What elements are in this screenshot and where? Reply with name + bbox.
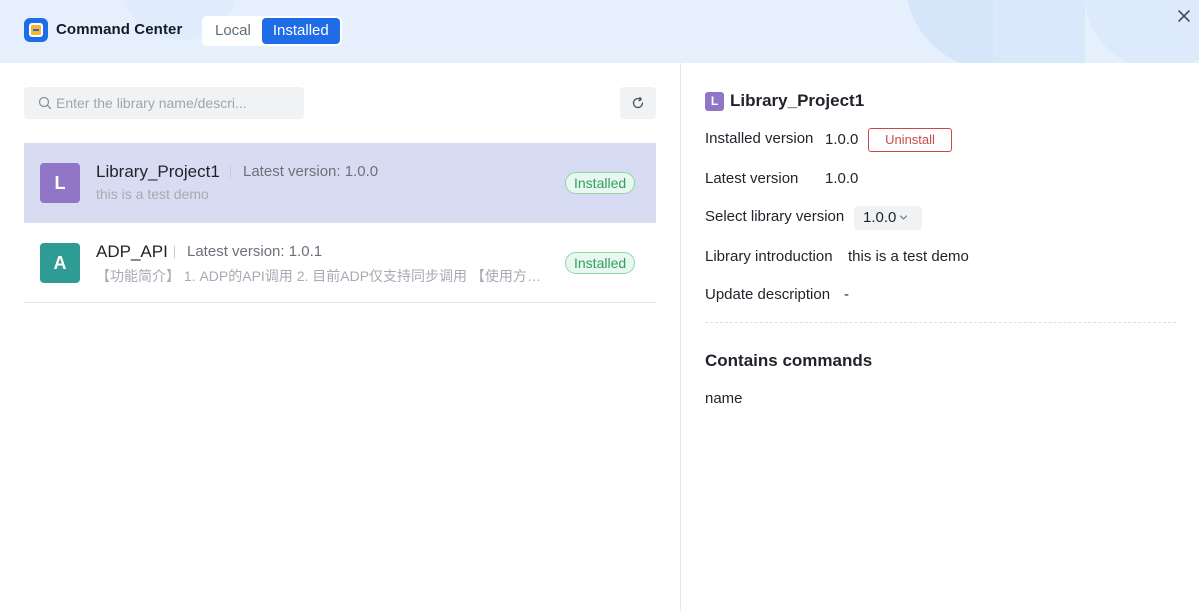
latest-version-label: Latest version bbox=[705, 170, 799, 187]
avatar: A bbox=[40, 243, 80, 283]
detail-header: L Library_Project1 bbox=[705, 91, 864, 111]
library-name: Library_Project1 bbox=[96, 162, 220, 181]
installed-version-label: Installed version bbox=[705, 130, 814, 147]
header-decoration bbox=[993, 0, 1085, 63]
library-description: 【功能简介】 1. ADP的API调用 2. 目前ADP仅支持同步调用 【使用方… bbox=[96, 268, 542, 284]
search-icon bbox=[38, 96, 52, 110]
library-description: this is a test demo bbox=[96, 186, 209, 202]
avatar: L bbox=[705, 91, 724, 111]
latest-version-value: 1.0.0 bbox=[825, 170, 859, 187]
search-box bbox=[24, 87, 304, 119]
version-select[interactable]: 1.0.0 bbox=[854, 206, 922, 230]
version-select-value: 1.0.0 bbox=[863, 209, 897, 226]
view-tabs: Local Installed bbox=[202, 16, 342, 46]
installed-version-value: 1.0.0 bbox=[825, 131, 859, 148]
update-description-label: Update description bbox=[705, 286, 831, 303]
list-item[interactable]: L Library_Project1 Latest version: 1.0.0… bbox=[24, 143, 656, 223]
header-bar: Command Center Local Installed bbox=[0, 0, 1199, 63]
chevron-down-icon bbox=[899, 215, 908, 220]
library-name: ADP_API bbox=[96, 242, 168, 261]
refresh-button[interactable] bbox=[620, 87, 656, 119]
introduction-label: Library introduction bbox=[705, 248, 833, 265]
app-title: Command Center bbox=[56, 21, 183, 38]
separator bbox=[230, 166, 231, 178]
status-badge: Installed bbox=[565, 252, 636, 274]
command-item: name bbox=[705, 390, 743, 407]
uninstall-button[interactable]: Uninstall bbox=[868, 128, 952, 152]
library-list: L Library_Project1 Latest version: 1.0.0… bbox=[24, 143, 656, 303]
tab-local[interactable]: Local bbox=[204, 18, 262, 44]
avatar: L bbox=[40, 163, 80, 203]
introduction-value: this is a test demo bbox=[848, 248, 969, 265]
section-divider bbox=[705, 322, 1176, 323]
latest-version: Latest version: 1.0.0 bbox=[243, 163, 379, 180]
refresh-icon bbox=[632, 96, 644, 109]
list-item[interactable]: A ADP_API Latest version: 1.0.1 【功能简介】 1… bbox=[24, 223, 656, 303]
library-detail-panel: L Library_Project1 Installed version 1.0… bbox=[681, 63, 1199, 611]
app-logo-icon bbox=[24, 18, 48, 42]
separator bbox=[174, 246, 175, 258]
latest-version: Latest version: 1.0.1 bbox=[187, 243, 323, 260]
commands-section-title: Contains commands bbox=[705, 351, 873, 370]
library-list-panel: L Library_Project1 Latest version: 1.0.0… bbox=[0, 63, 680, 611]
update-description-value: - bbox=[844, 286, 849, 303]
close-icon[interactable] bbox=[1175, 7, 1193, 25]
detail-title: Library_Project1 bbox=[730, 91, 865, 110]
search-input[interactable] bbox=[56, 87, 296, 119]
status-badge: Installed bbox=[565, 172, 636, 194]
tab-installed[interactable]: Installed bbox=[261, 18, 340, 44]
select-version-label: Select library version bbox=[705, 208, 845, 225]
